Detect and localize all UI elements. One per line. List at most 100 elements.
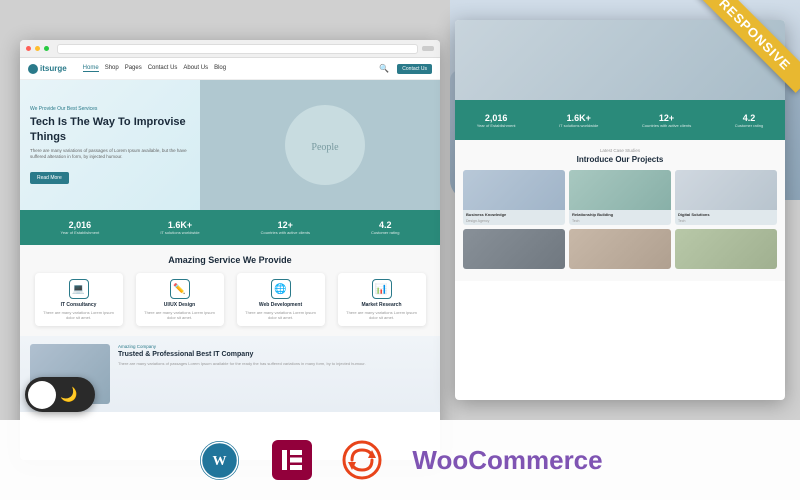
services-grid: 💻 IT Consultancy There are many variatio… (30, 273, 430, 326)
stat-label-3: Customer rating (371, 230, 399, 235)
project-img-4 (569, 229, 671, 269)
elementor-icon (272, 440, 312, 480)
service-desc-1: There are many variations Lorem ipsum do… (140, 310, 220, 320)
browser-dot-green (44, 46, 49, 51)
project-sublabel-2: Tech (675, 219, 777, 225)
hero-cta-button[interactable]: Read More (30, 172, 69, 184)
project-img-1 (569, 170, 671, 210)
right-stat-label-1: IT solutions worldwide (559, 123, 598, 128)
sync-logo (342, 440, 382, 480)
nav-link-pages[interactable]: Pages (125, 65, 142, 72)
projects-title: Introduce Our Projects (463, 155, 777, 164)
service-desc-3: There are many variations Lorem ipsum do… (342, 310, 422, 320)
browser-url (57, 44, 418, 54)
nav-link-contact[interactable]: Contact Us (148, 65, 178, 72)
stat-label-2: Countries with active clients (261, 230, 310, 235)
hero-small-text: We Provide Our Best Services (30, 106, 190, 112)
nav-link-about[interactable]: About Us (183, 65, 208, 72)
hero-image (200, 80, 440, 210)
right-stat-0: 2,016 Year of Establishment (477, 113, 516, 128)
nav-cta-button[interactable]: Contact Us (397, 64, 432, 74)
browser-action-icon (422, 46, 434, 51)
project-card-3[interactable] (463, 229, 565, 269)
bottom-content: Amazing Company Trusted & Professional B… (118, 344, 430, 404)
stat-item-0: 2,016 Year of Establishment (61, 220, 100, 235)
right-stat-label-0: Year of Establishment (477, 123, 516, 128)
stat-number-1: 1.6K+ (160, 220, 199, 230)
service-icon-1: ✏️ (170, 279, 190, 299)
projects-grid-bottom (463, 229, 777, 269)
right-stat-label-3: Customer rating (735, 123, 763, 128)
services-section: Amazing Service We Provide 💻 IT Consulta… (20, 245, 440, 336)
main-container: itsurge Home Shop Pages Contact Us About… (0, 0, 800, 500)
nav-links: Home Shop Pages Contact Us About Us Blog (83, 65, 372, 72)
search-icon[interactable]: 🔍 (379, 64, 389, 73)
service-card-3: 📊 Market Research There are many variati… (338, 273, 426, 326)
woocommerce-logo: WooCommerce (412, 445, 602, 476)
right-stat-label-2: Countries with active clients (642, 123, 691, 128)
project-img-2 (675, 170, 777, 210)
stat-item-1: 1.6K+ IT solutions worldwide (160, 220, 199, 235)
project-sublabel-0: Design Agency (463, 219, 565, 225)
nav-link-shop[interactable]: Shop (105, 65, 119, 72)
elementor-logo (272, 440, 312, 480)
stat-label-1: IT solutions worldwide (160, 230, 199, 235)
service-card-0: 💻 IT Consultancy There are many variatio… (35, 273, 123, 326)
project-label-0: Business Knowledge (463, 210, 565, 219)
project-img-5 (675, 229, 777, 269)
project-card-1[interactable]: Relationship Building Tech (569, 170, 671, 225)
responsive-badge: RESPONSIVE (680, 0, 800, 120)
hero-section: We Provide Our Best Services Tech Is The… (20, 80, 440, 210)
responsive-ribbon-text: RESPONSIVE (697, 0, 800, 93)
bottom-small-text: Amazing Company (118, 344, 430, 349)
hero-content: We Provide Our Best Services Tech Is The… (30, 106, 190, 183)
nav-link-home[interactable]: Home (83, 65, 99, 72)
hero-description: There are many variations of passages of… (30, 148, 190, 161)
service-name-1: UI/UX Design (140, 302, 220, 308)
project-card-0[interactable]: Business Knowledge Design Agency (463, 170, 565, 225)
dark-mode-toggle[interactable]: 🌙 (25, 377, 95, 412)
project-sublabel-1: Tech (569, 219, 671, 225)
service-icon-2: 🌐 (271, 279, 291, 299)
project-card-4[interactable] (569, 229, 671, 269)
project-label-2: Digital Solutions (675, 210, 777, 219)
project-label-1: Relationship Building (569, 210, 671, 219)
moon-icon: 🌙 (60, 386, 77, 403)
service-desc-2: There are many variations Lorem ipsum do… (241, 310, 321, 320)
logo-text: itsurge (40, 64, 67, 73)
plugins-row: W WooCommerce (0, 420, 800, 500)
nav-bar: itsurge Home Shop Pages Contact Us About… (20, 58, 440, 80)
service-icon-3: 📊 (372, 279, 392, 299)
projects-grid-top: Business Knowledge Design Agency Relatio… (463, 170, 777, 225)
wordpress-icon: W (197, 438, 242, 483)
stat-number-2: 12+ (261, 220, 310, 230)
stat-item-2: 12+ Countries with active clients (261, 220, 310, 235)
toggle-knob (28, 381, 56, 409)
bottom-title: Trusted & Professional Best IT Company (118, 351, 430, 358)
project-card-5[interactable] (675, 229, 777, 269)
nav-link-blog[interactable]: Blog (214, 65, 226, 72)
service-name-2: Web Development (241, 302, 321, 308)
browser-dot-red (26, 46, 31, 51)
project-img-3 (463, 229, 565, 269)
stat-item-3: 4.2 Customer rating (371, 220, 399, 235)
service-name-3: Market Research (342, 302, 422, 308)
right-stat-num-0: 2,016 (477, 113, 516, 123)
service-name-0: IT Consultancy (39, 302, 119, 308)
stat-number-3: 4.2 (371, 220, 399, 230)
service-desc-0: There are many variations Lorem ipsum do… (39, 310, 119, 320)
project-card-2[interactable]: Digital Solutions Tech (675, 170, 777, 225)
service-card-1: ✏️ UI/UX Design There are many variation… (136, 273, 224, 326)
project-img-0 (463, 170, 565, 210)
right-stat-1: 1.6K+ IT solutions worldwide (559, 113, 598, 128)
logo-icon (28, 64, 38, 74)
stat-number-0: 2,016 (61, 220, 100, 230)
hero-title: Tech Is The Way To Improvise Things (30, 115, 190, 144)
svg-text:W: W (213, 454, 227, 469)
bottom-description: There are many variations of passages Lo… (118, 361, 430, 367)
service-card-2: 🌐 Web Development There are many variati… (237, 273, 325, 326)
stat-label-0: Year of Establishment (61, 230, 100, 235)
right-stat-num-1: 1.6K+ (559, 113, 598, 123)
logo: itsurge (28, 64, 67, 74)
stats-bar: 2,016 Year of Establishment 1.6K+ IT sol… (20, 210, 440, 245)
